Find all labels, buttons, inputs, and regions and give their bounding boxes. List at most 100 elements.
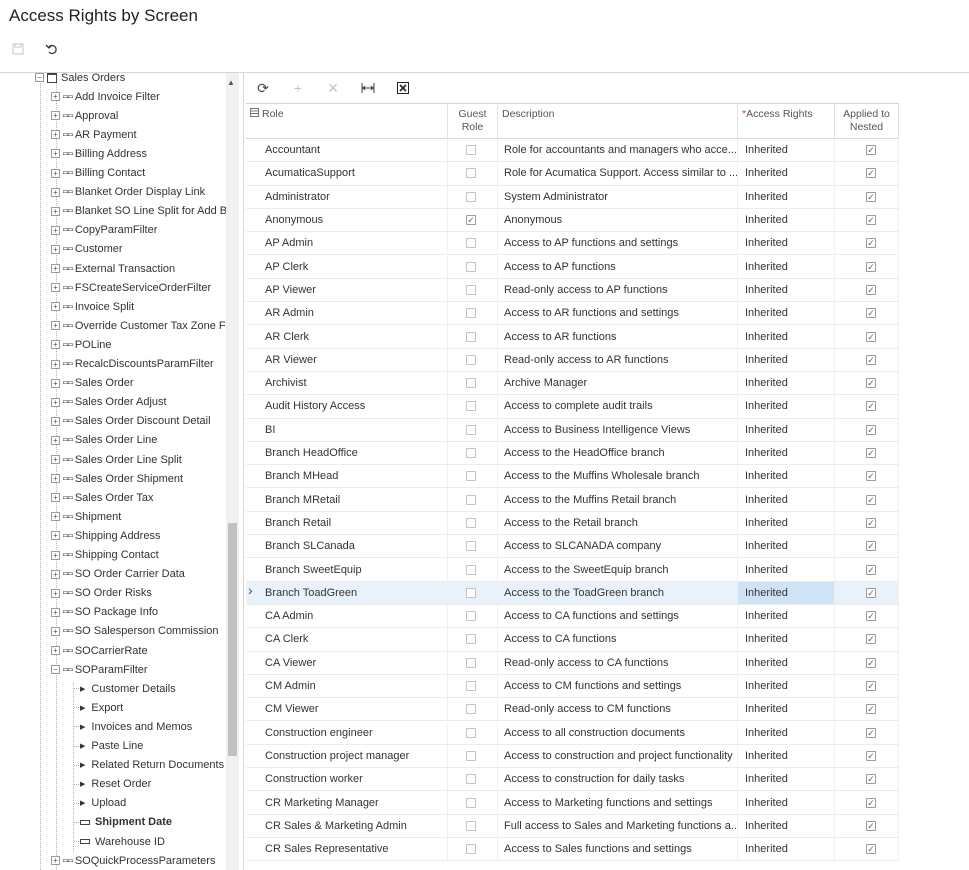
tree-node[interactable]: + ▭▭ Billing Address	[51, 144, 147, 163]
applied-to-nested-cell[interactable]: ✓	[835, 721, 899, 744]
expand-icon[interactable]: +	[51, 206, 60, 216]
checkbox-unchecked[interactable]	[466, 820, 476, 831]
access-rights-cell[interactable]: Inherited	[738, 581, 835, 604]
guest-role-cell[interactable]	[448, 418, 498, 441]
expand-icon[interactable]: +	[51, 646, 60, 655]
row-selector[interactable]	[246, 815, 258, 837]
description-cell[interactable]: Access to all construction documents	[498, 721, 738, 744]
guest-role-cell[interactable]	[448, 255, 498, 278]
description-cell[interactable]: Access to CM functions and settings	[498, 674, 738, 698]
table-row[interactable]: Branch HeadOffice Access to the HeadOffic…	[246, 441, 899, 466]
checkbox-checked[interactable]: ✓	[866, 704, 876, 715]
checkbox-checked[interactable]: ✓	[466, 215, 476, 226]
checkbox-checked[interactable]: ✓	[866, 215, 876, 226]
tree-node[interactable]: + ▭▭ Billing Contact	[51, 164, 145, 183]
access-rights-cell[interactable]: Inherited	[738, 418, 835, 441]
checkbox-unchecked[interactable]	[466, 168, 476, 179]
expand-icon[interactable]: +	[51, 378, 60, 388]
collapse-icon[interactable]: −	[51, 665, 60, 675]
checkbox-unchecked[interactable]	[466, 145, 476, 156]
row-selector[interactable]	[246, 279, 258, 301]
guest-role-cell[interactable]	[448, 838, 498, 861]
column-header-description[interactable]: Description	[498, 104, 738, 139]
applied-to-nested-cell[interactable]: ✓	[835, 441, 899, 465]
guest-role-cell[interactable]	[448, 372, 498, 395]
checkbox-checked[interactable]: ✓	[866, 681, 876, 692]
description-cell[interactable]: Access to complete audit trails	[498, 395, 738, 418]
access-rights-cell[interactable]: Inherited	[738, 465, 835, 488]
role-cell[interactable]: Branch SweetEquip	[258, 558, 448, 581]
checkbox-checked[interactable]: ✓	[866, 774, 876, 785]
access-rights-cell[interactable]: Inherited	[738, 348, 835, 371]
tree-node[interactable]: + ▭▭ AR Payment	[51, 125, 137, 144]
checkbox-checked[interactable]: ✓	[866, 354, 876, 365]
access-rights-cell[interactable]: Inherited	[738, 814, 835, 837]
description-cell[interactable]: Access to the Retail branch	[498, 511, 738, 535]
checkbox-unchecked[interactable]	[466, 448, 476, 459]
guest-role-cell[interactable]	[448, 488, 498, 511]
tree-node[interactable]: + ▭▭ Blanket Order Display Link	[51, 183, 205, 202]
guest-role-cell[interactable]	[448, 768, 498, 791]
row-selector[interactable]	[246, 652, 258, 674]
role-cell[interactable]: Construction engineer	[258, 721, 448, 744]
role-cell[interactable]: Construction project manager	[258, 744, 448, 768]
access-rights-cell[interactable]: Inherited	[738, 325, 835, 348]
checkbox-unchecked[interactable]	[466, 494, 476, 505]
collapse-icon[interactable]: −	[35, 73, 44, 82]
role-cell[interactable]: AR Admin	[258, 302, 448, 325]
tree-field-node[interactable]: Shipment Date	[74, 813, 172, 832]
checkbox-unchecked[interactable]	[466, 611, 476, 622]
tree-action-node[interactable]: ▶ Upload	[74, 794, 126, 813]
table-row[interactable]: AP Clerk Access to AP functions Inherited ✓	[246, 255, 899, 279]
role-cell[interactable]: Archivist	[258, 372, 448, 395]
tree-node[interactable]: + ▭▭ Shipping Address	[51, 526, 160, 545]
applied-to-nested-cell[interactable]: ✓	[835, 651, 899, 674]
expand-icon[interactable]: +	[51, 130, 60, 140]
guest-role-cell[interactable]	[448, 558, 498, 581]
description-cell[interactable]: Access to CA functions	[498, 628, 738, 651]
applied-to-nested-cell[interactable]: ✓	[835, 791, 899, 814]
description-cell[interactable]: Access to the HeadOffice branch	[498, 441, 738, 465]
role-cell[interactable]: AR Viewer	[258, 348, 448, 371]
row-selector[interactable]	[246, 838, 258, 860]
applied-to-nested-cell[interactable]: ✓	[835, 395, 899, 418]
expand-icon[interactable]: +	[51, 435, 60, 445]
guest-role-cell[interactable]	[448, 302, 498, 325]
column-header-guest-role[interactable]: Guest Role	[448, 104, 498, 139]
description-cell[interactable]: Access to Business Intelligence Views	[498, 418, 738, 441]
row-selector[interactable]	[246, 675, 258, 697]
row-selector[interactable]	[246, 791, 258, 813]
checkbox-unchecked[interactable]	[466, 471, 476, 482]
access-rights-cell[interactable]: Inherited	[738, 395, 835, 418]
tree-node[interactable]: + ▭▭ Sales Order	[51, 374, 134, 393]
expand-icon[interactable]: +	[51, 225, 60, 235]
checkbox-checked[interactable]: ✓	[866, 168, 876, 179]
description-cell[interactable]: Access to SLCANADA company	[498, 535, 738, 558]
tree-node[interactable]: + ▭▭ Sales Order Shipment	[51, 469, 183, 488]
table-row[interactable]: Archivist Archive Manager Inherited ✓	[246, 372, 899, 396]
tree-action-node[interactable]: ▶ Reset Order	[74, 775, 151, 794]
table-row[interactable]: AR Clerk Access to AR functions Inherited ✓	[246, 325, 899, 349]
access-rights-cell[interactable]: Inherited	[738, 628, 835, 651]
export-excel-button[interactable]	[394, 79, 412, 97]
expand-icon[interactable]: +	[51, 92, 60, 102]
applied-to-nested-cell[interactable]: ✓	[835, 605, 899, 628]
table-row[interactable]: AR Viewer Read-only access to AR function…	[246, 348, 899, 372]
role-cell[interactable]: CR Sales & Marketing Admin	[258, 814, 448, 837]
description-cell[interactable]: Access to the Muffins Retail branch	[498, 488, 738, 511]
guest-role-cell[interactable]	[448, 628, 498, 651]
access-rights-cell[interactable]: Inherited	[738, 744, 835, 768]
applied-to-nested-cell[interactable]: ✓	[835, 674, 899, 698]
tree-action-node[interactable]: ▶ Related Return Documents	[74, 756, 224, 775]
applied-to-nested-cell[interactable]: ✓	[835, 768, 899, 791]
guest-role-cell[interactable]	[448, 674, 498, 698]
expand-icon[interactable]: +	[51, 359, 60, 369]
description-cell[interactable]: Access to Sales functions and settings	[498, 838, 738, 861]
tree-node[interactable]: + ▭▭ Add Invoice Filter	[51, 87, 160, 106]
table-row[interactable]: CA Viewer Read-only access to CA function…	[246, 651, 899, 675]
tree-node[interactable]: + ▭▭ Sales Order Line Split	[51, 450, 182, 469]
role-cell[interactable]: Branch MHead	[258, 465, 448, 488]
checkbox-checked[interactable]: ✓	[866, 634, 876, 645]
role-cell[interactable]: CR Sales Representative	[258, 838, 448, 861]
guest-role-cell[interactable]	[448, 651, 498, 674]
